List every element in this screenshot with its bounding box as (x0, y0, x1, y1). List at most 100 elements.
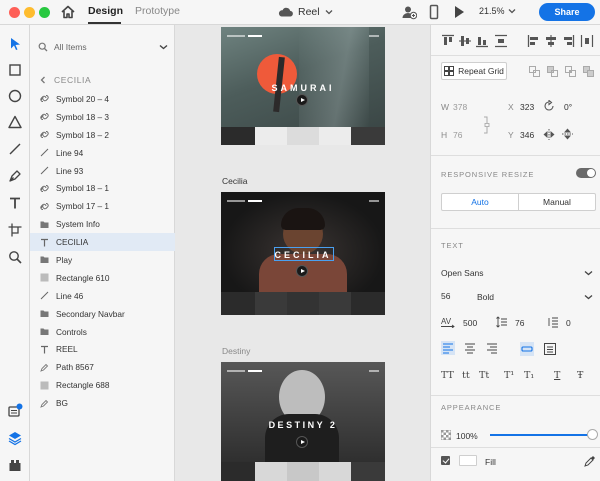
underline-button[interactable]: T (554, 370, 560, 381)
font-weight-dropdown[interactable]: Bold (477, 290, 593, 304)
device-preview-icon[interactable] (426, 4, 442, 20)
artboard-destiny[interactable]: DESTINY 2 (221, 362, 385, 481)
layer-item[interactable]: Secondary Navbar (30, 305, 175, 323)
auto-width-icon[interactable] (520, 342, 534, 356)
superscript-button[interactable]: T¹ (504, 370, 514, 381)
layer-label: Play (56, 254, 73, 265)
height-field[interactable]: 76 (453, 130, 462, 140)
auto-option[interactable]: Auto (442, 194, 519, 210)
line-spacing-field[interactable]: 76 (515, 318, 524, 328)
boolean-add-icon[interactable] (529, 66, 540, 77)
layer-item[interactable]: Symbol 18 – 1 (30, 179, 175, 197)
layer-item[interactable]: Path 8567 (30, 358, 175, 376)
fill-checkbox[interactable] (441, 456, 450, 465)
layer-item[interactable]: REEL (30, 340, 175, 358)
zoom-level[interactable]: 21.5% (479, 6, 516, 16)
lock-aspect-icon[interactable] (483, 116, 491, 134)
fixed-size-icon[interactable] (543, 342, 557, 356)
all-caps-button[interactable]: TT (441, 370, 454, 381)
opacity-field[interactable]: 100% (456, 431, 478, 441)
align-text-left-icon[interactable] (441, 341, 455, 355)
layer-item[interactable]: Line 46 (30, 287, 175, 305)
document-title[interactable]: Reel (278, 4, 333, 20)
layer-item[interactable]: Symbol 17 – 1 (30, 197, 175, 215)
select-tool-icon[interactable] (7, 36, 23, 52)
artboard-tool-icon[interactable] (7, 222, 23, 238)
subscript-button[interactable]: T₁ (524, 370, 534, 381)
rectangle-tool-icon[interactable] (7, 62, 23, 78)
align-right-icon[interactable] (561, 34, 575, 48)
align-text-center-icon[interactable] (463, 341, 477, 355)
lowercase-button[interactable]: tt (462, 370, 470, 381)
close-window-button[interactable] (9, 7, 20, 18)
boolean-exclude-icon[interactable] (583, 66, 594, 77)
artboard-label-cecilia[interactable]: Cecilia (222, 176, 248, 186)
artboard-cecilia[interactable]: CECILIA (221, 192, 385, 315)
boolean-subtract-icon[interactable] (547, 66, 558, 77)
fill-color-swatch[interactable] (459, 455, 477, 466)
manual-option[interactable]: Manual (519, 194, 595, 210)
strikethrough-button[interactable]: Ŧ (577, 370, 583, 381)
layer-item[interactable]: Symbol 18 – 3 (30, 108, 175, 126)
flip-horizontal-icon[interactable] (543, 129, 555, 140)
layer-search[interactable]: All Items (38, 39, 168, 55)
boolean-intersect-icon[interactable] (565, 66, 576, 77)
user-add-icon[interactable] (401, 4, 417, 20)
pen-tool-icon[interactable] (7, 168, 23, 184)
layer-item[interactable]: System Info (30, 215, 175, 233)
zoom-window-button[interactable] (39, 7, 50, 18)
share-button[interactable]: Share (539, 3, 595, 21)
chevron-down-icon[interactable] (159, 44, 168, 50)
layer-item[interactable]: CECILIA (30, 233, 175, 252)
distribute-vertical-icon[interactable] (494, 34, 508, 48)
tab-prototype[interactable]: Prototype (135, 5, 180, 17)
layer-item[interactable]: Symbol 20 – 4 (30, 90, 175, 108)
ellipse-tool-icon[interactable] (7, 88, 23, 104)
minimize-window-button[interactable] (24, 7, 35, 18)
align-left-icon[interactable] (527, 34, 541, 48)
align-top-icon[interactable] (441, 34, 455, 48)
x-field[interactable]: 323 (508, 102, 534, 112)
layer-item[interactable]: Rectangle 688 (30, 376, 175, 394)
align-text-right-icon[interactable] (485, 341, 499, 355)
responsive-resize-toggle[interactable] (576, 168, 596, 178)
layer-item[interactable]: BG (30, 394, 175, 412)
assets-panel-icon[interactable] (7, 403, 23, 419)
distribute-horizontal-icon[interactable] (580, 34, 594, 48)
align-middle-icon[interactable] (458, 34, 472, 48)
artboard-samurai[interactable]: SAMURAI (221, 27, 385, 145)
rotation-field[interactable]: 0° (564, 102, 572, 112)
repeat-grid-button[interactable]: Repeat Grid (441, 62, 507, 80)
layer-item[interactable]: Rectangle 610 (30, 269, 175, 287)
plugins-icon[interactable] (7, 457, 23, 473)
layer-item[interactable]: Symbol 18 – 2 (30, 126, 175, 144)
font-family-dropdown[interactable]: Open Sans (441, 266, 593, 280)
play-preview-icon[interactable] (451, 4, 467, 20)
y-field[interactable]: 346 (508, 130, 534, 140)
width-field[interactable]: 378 (453, 102, 467, 112)
layer-item[interactable]: Controls (30, 323, 175, 341)
title-case-button[interactable]: Tt (479, 370, 489, 381)
line-tool-icon[interactable] (7, 141, 23, 157)
layers-panel-icon[interactable] (7, 430, 23, 446)
layer-item[interactable]: Line 94 (30, 144, 175, 162)
paragraph-spacing-field[interactable]: 0 (566, 318, 571, 328)
opacity-slider-track[interactable] (490, 434, 590, 436)
layer-item[interactable]: Play (30, 251, 175, 269)
polygon-tool-icon[interactable] (7, 114, 23, 130)
opacity-slider-knob[interactable] (587, 429, 598, 440)
tab-design[interactable]: Design (88, 5, 123, 17)
font-size-field[interactable]: 56 (441, 291, 450, 301)
zoom-tool-icon[interactable] (7, 249, 23, 265)
character-spacing-field[interactable]: 500 (463, 318, 477, 328)
artboard-label-destiny[interactable]: Destiny (222, 346, 250, 356)
layer-breadcrumb[interactable]: CECILIA (40, 75, 91, 85)
flip-vertical-icon[interactable] (562, 128, 573, 140)
text-tool-icon[interactable] (7, 195, 23, 211)
home-icon[interactable] (60, 4, 76, 20)
eyedropper-icon[interactable] (584, 455, 596, 467)
align-bottom-icon[interactable] (475, 34, 489, 48)
align-center-icon[interactable] (544, 34, 558, 48)
canvas[interactable]: SAMURAI Cecilia CECILIA Destiny DESTINY … (175, 25, 430, 481)
layer-item[interactable]: Line 93 (30, 162, 175, 180)
